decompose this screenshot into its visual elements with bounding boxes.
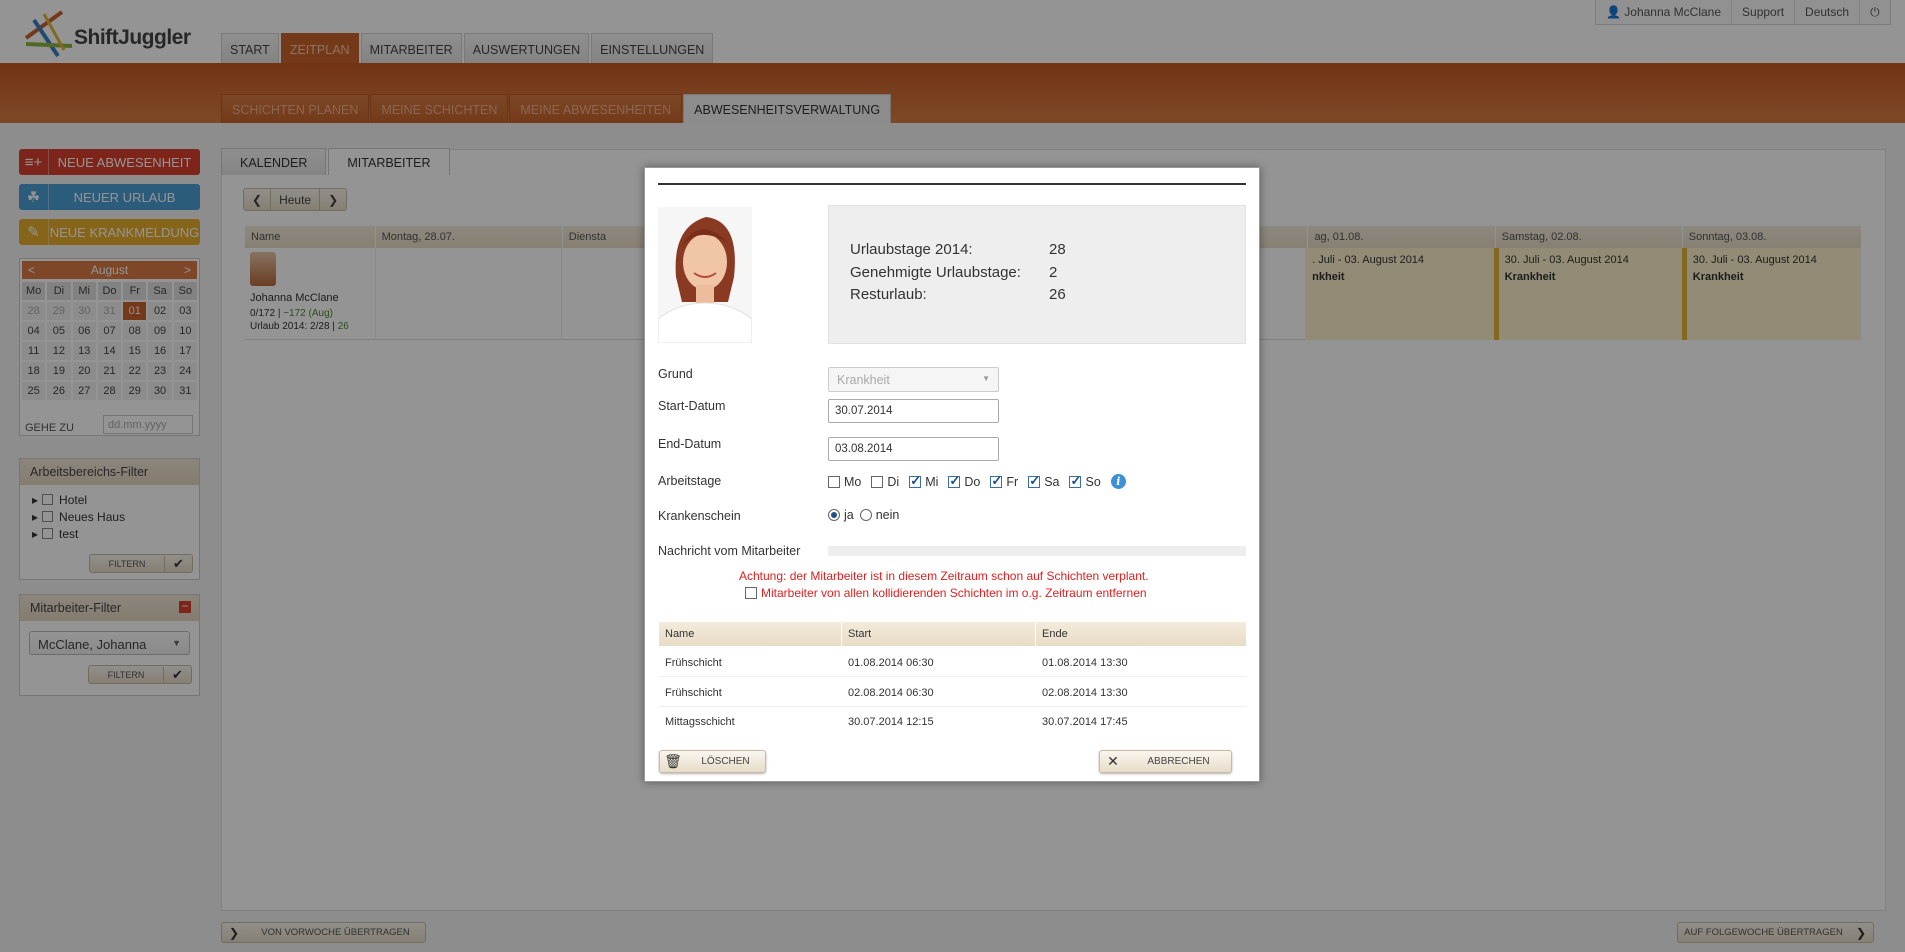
- shift-end: 02.08.2014 13:30: [1042, 687, 1128, 699]
- stat-value: 2: [1049, 264, 1058, 281]
- workday-mi[interactable]: Mi: [909, 473, 939, 489]
- workday-so[interactable]: So: [1069, 473, 1101, 489]
- chevron-down-icon: ▼: [982, 374, 990, 383]
- stat-value: 26: [1049, 286, 1066, 303]
- close-icon: ✕: [1107, 753, 1119, 769]
- sick-note-label: Krankenschein: [658, 509, 741, 523]
- sick-note-group: ja nein: [828, 508, 899, 522]
- checkbox[interactable]: [1028, 473, 1041, 489]
- workday-label: Sa: [1044, 474, 1060, 489]
- conflict-warning: Achtung: der Mitarbeiter ist in diesem Z…: [739, 569, 1149, 583]
- workday-sa[interactable]: Sa: [1028, 473, 1060, 489]
- employee-photo: [658, 207, 752, 343]
- dialog-title-rule: [658, 183, 1246, 185]
- conflict-table-header: Name Start Ende: [659, 622, 1246, 646]
- workday-label: Do: [964, 474, 981, 489]
- shift-name: Frühschicht: [665, 687, 722, 699]
- table-row: Mittagsschicht 30.07.2014 12:15 30.07.20…: [659, 707, 1246, 736]
- message-label: Nachricht vom Mitarbeiter: [658, 544, 801, 558]
- stat-value: 28: [1049, 241, 1066, 258]
- th-name: Name: [659, 622, 842, 646]
- stat-label: Genehmigte Urlaubstage:: [850, 264, 1021, 281]
- remove-from-shifts-option[interactable]: Mitarbeiter von allen kollidierenden Sch…: [745, 586, 1147, 600]
- reason-value: Krankheit: [837, 373, 890, 387]
- workday-fr[interactable]: Fr: [990, 473, 1019, 489]
- reason-label: Grund: [658, 367, 693, 381]
- info-icon[interactable]: i: [1110, 474, 1126, 489]
- sick-note-yes-radio[interactable]: [828, 509, 840, 521]
- delete-button[interactable]: 🗑 LÖSCHEN: [659, 750, 766, 773]
- stat-label: Resturlaub:: [850, 286, 927, 303]
- shift-start: 01.08.2014 06:30: [848, 657, 934, 669]
- th-end: Ende: [1042, 628, 1068, 640]
- table-row: Frühschicht 02.08.2014 06:30 02.08.2014 …: [659, 678, 1246, 707]
- remove-from-shifts-label: Mitarbeiter von allen kollidierenden Sch…: [761, 586, 1147, 600]
- checkbox[interactable]: [948, 473, 961, 489]
- checkbox[interactable]: [909, 473, 922, 489]
- sick-no-label: nein: [875, 508, 900, 522]
- workday-label: So: [1085, 474, 1101, 489]
- message-box: [828, 546, 1246, 556]
- trash-icon: 🗑: [664, 753, 682, 769]
- workday-label: Di: [887, 474, 900, 489]
- sick-yes-label: ja: [844, 508, 854, 522]
- shift-start: 30.07.2014 12:15: [848, 716, 934, 728]
- workday-label: Mi: [925, 474, 939, 489]
- checkbox[interactable]: [990, 473, 1003, 489]
- table-row: Frühschicht 01.08.2014 06:30 01.08.2014 …: [659, 648, 1246, 677]
- remove-from-shifts-checkbox[interactable]: [745, 587, 757, 599]
- delete-label: LÖSCHEN: [701, 756, 750, 767]
- shift-start: 02.08.2014 06:30: [848, 687, 934, 699]
- end-date-input[interactable]: 03.08.2014: [828, 437, 999, 461]
- workday-label: Fr: [1006, 474, 1019, 489]
- cancel-button[interactable]: ✕ ABBRECHEN: [1099, 750, 1232, 773]
- workday-do[interactable]: Do: [948, 473, 981, 489]
- workday-di[interactable]: Di: [871, 475, 899, 489]
- cancel-label: ABBRECHEN: [1147, 756, 1210, 767]
- sick-note-no-radio[interactable]: [859, 509, 872, 521]
- workday-label: Mo: [844, 474, 862, 489]
- stat-label: Urlaubstage 2014:: [850, 241, 973, 258]
- workdays-group: Mo Di Mi Do Fr Sa So i: [828, 473, 1126, 489]
- shift-name: Mittagsschicht: [665, 716, 735, 728]
- workdays-label: Arbeitstage: [658, 474, 722, 488]
- shift-name: Frühschicht: [665, 657, 722, 669]
- reason-select[interactable]: Krankheit ▼: [828, 367, 999, 392]
- start-date-label: Start-Datum: [658, 399, 726, 413]
- shift-end: 01.08.2014 13:30: [1042, 657, 1128, 669]
- end-date-label: End-Datum: [658, 437, 722, 451]
- workday-mo[interactable]: Mo: [828, 475, 861, 489]
- checkbox[interactable]: [1069, 473, 1082, 489]
- start-date-input[interactable]: 30.07.2014: [828, 399, 999, 423]
- th-start: Start: [842, 622, 1036, 646]
- checkbox[interactable]: [828, 475, 840, 488]
- shift-end: 30.07.2014 17:45: [1042, 716, 1128, 728]
- checkbox[interactable]: [871, 475, 884, 488]
